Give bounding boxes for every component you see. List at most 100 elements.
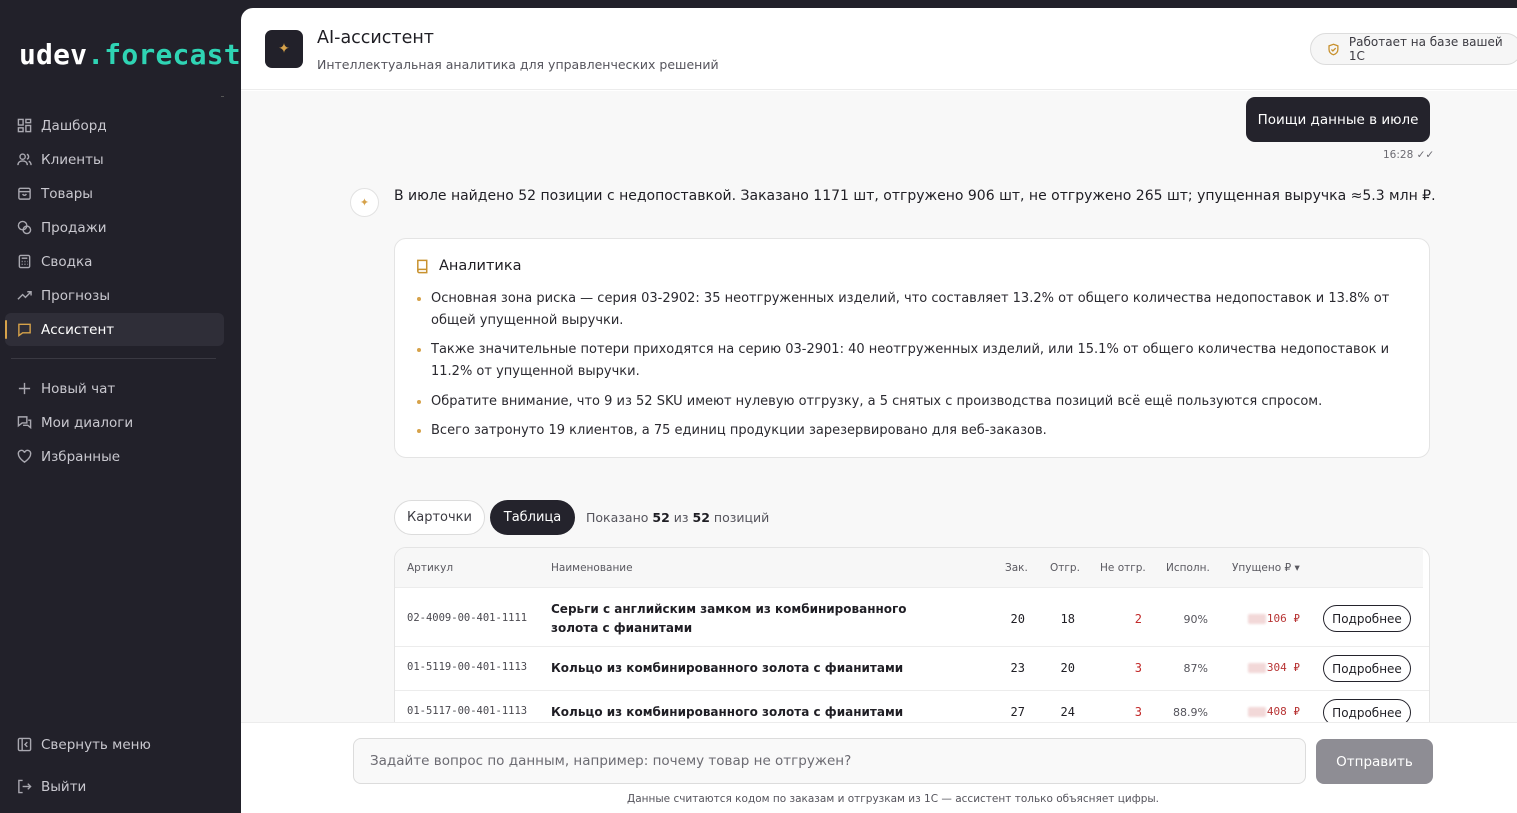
shown-count-value: 52 [652, 510, 670, 525]
table-row: 01-5119-00-401-1113 Кольцо из комбиниров… [395, 647, 1429, 691]
logout-icon [16, 779, 32, 795]
collapse-icon [16, 737, 32, 753]
shield-check-icon [1328, 43, 1339, 55]
table-row: 01-5117-00-401-1113 Кольцо из комбиниров… [395, 691, 1429, 723]
sidebar-item-summary[interactable]: Сводка [5, 245, 224, 278]
not-shipped-cell: 2 [1134, 612, 1142, 626]
message-timestamp: 16:28 ✓✓ [1383, 149, 1435, 161]
sidebar-item-label: Дашборд [41, 117, 107, 134]
book-icon [417, 259, 428, 273]
question-input[interactable]: Задайте вопрос по данным, например: поче… [353, 738, 1306, 784]
sidebar-item-clients[interactable]: Клиенты [5, 143, 224, 176]
sidebar-item-label: Новый чат [41, 380, 116, 397]
sidebar-item-products[interactable]: Товары [5, 177, 224, 210]
view-cards-button[interactable]: Карточки [394, 500, 485, 535]
analytics-bullet: Основная зона риска — серия 03-2902: 35 … [417, 288, 1421, 332]
assistant-message: В июле найдено 52 позиции с недопоставко… [394, 188, 1436, 204]
sidebar-item-favorites[interactable]: Избранные [5, 440, 224, 473]
main-panel: ✦ AI-ассистент Интеллектуальная аналитик… [241, 8, 1517, 813]
page-title: AI-ассистент [317, 28, 435, 48]
results-table: Артикул Наименование Зак. Отгр. Не отгр.… [394, 547, 1430, 723]
product-name-cell[interactable]: Серьги с английским замком из комбиниров… [551, 600, 951, 638]
column-header-name[interactable]: Наименование [551, 562, 633, 574]
shown-count: Показано 52 из 52 позиций [586, 510, 769, 525]
sidebar-item-assistant[interactable]: Ассистент [5, 313, 224, 346]
details-button[interactable]: Подробнее [1323, 605, 1411, 632]
sku-cell: 01-5119-00-401-1113 [407, 661, 528, 673]
sku-cell: 01-5117-00-401-1113 [407, 705, 528, 717]
sidebar: udev.forecast Дашборд Клиенты Товары Про… [0, 0, 241, 813]
sidebar-item-label: Сводка [41, 253, 93, 270]
analytics-bullet: Обратите внимание, что 9 из 52 SKU имеют… [417, 391, 1421, 413]
brand-logo[interactable]: udev.forecast [19, 38, 241, 71]
plus-icon [16, 381, 32, 397]
shown-suffix: позиций [713, 510, 770, 525]
analytics-bullet: Всего затронуто 19 клиентов, а 75 единиц… [417, 420, 1421, 442]
logout-button[interactable]: Выйти [5, 770, 224, 803]
sidebar-item-new-chat[interactable]: Новый чат [5, 372, 224, 405]
chat-icon [16, 322, 32, 338]
users-icon [16, 152, 32, 168]
table-header: Артикул Наименование Зак. Отгр. Не отгр.… [395, 548, 1423, 588]
shown-prefix: Показано [586, 510, 649, 525]
analytics-card: Аналитика Основная зона риска — серия 03… [394, 238, 1430, 458]
sidebar-item-label: Ассистент [41, 321, 115, 338]
not-shipped-cell: 3 [1134, 661, 1142, 675]
sidebar-item-my-dialogs[interactable]: Мои диалоги [5, 406, 224, 439]
details-button[interactable]: Подробнее [1323, 655, 1411, 682]
coins-icon [16, 220, 32, 236]
status-badge: Работает на базе вашей 1С [1310, 33, 1517, 65]
sidebar-item-forecasts[interactable]: Прогнозы [5, 279, 224, 312]
sku-cell: 02-4009-00-401-1111 [407, 612, 528, 624]
ordered-cell: 27 [1010, 705, 1025, 719]
user-message: Поищи данные в июле [1246, 97, 1430, 142]
view-table-button[interactable]: Таблица [490, 500, 575, 535]
redacted-mask [1247, 663, 1266, 673]
heart-icon [16, 449, 32, 465]
fulfillment-cell: 88.9% [1173, 706, 1208, 719]
column-header-shipped[interactable]: Отгр. [1050, 562, 1080, 574]
product-name-cell[interactable]: Кольцо из комбинированного золота с фиан… [551, 703, 951, 722]
send-button[interactable]: Отправить [1316, 739, 1433, 784]
table-row: 02-4009-00-401-1111 Серьги с английским … [395, 591, 1429, 647]
shown-of: из [673, 510, 689, 525]
ordered-cell: 20 [1010, 612, 1025, 626]
collapse-menu-button[interactable]: Свернуть меню [5, 728, 224, 761]
redacted-mask [1247, 614, 1266, 624]
column-header-not-shipped[interactable]: Не отгр. [1100, 562, 1146, 574]
collapse-menu-label: Свернуть меню [41, 736, 151, 753]
page-header: ✦ AI-ассистент Интеллектуальная аналитик… [241, 8, 1517, 90]
lost-revenue-cell: 408 ₽ [1225, 705, 1300, 718]
sidebar-item-label: Избранные [41, 448, 121, 465]
analytics-title: Аналитика [415, 258, 522, 274]
sidebar-item-dashboard[interactable]: Дашборд [5, 109, 224, 142]
logout-label: Выйти [41, 778, 87, 795]
dialogs-icon [16, 415, 32, 431]
sparkle-icon: ✦ [265, 30, 303, 68]
sidebar-item-label: Мои диалоги [41, 414, 134, 431]
brand-name-accent: .forecast [87, 38, 241, 71]
box-icon [16, 186, 32, 202]
column-header-lost-revenue[interactable]: Упущено ₽ ▾ [1232, 562, 1300, 574]
redacted-mask [1247, 707, 1266, 717]
column-header-fulfillment[interactable]: Исполн. [1166, 562, 1210, 574]
not-shipped-cell: 3 [1134, 705, 1142, 719]
sidebar-item-label: Продажи [41, 219, 107, 236]
shown-total-value: 52 [692, 510, 710, 525]
logo-divider [221, 96, 224, 97]
sidebar-item-sales[interactable]: Продажи [5, 211, 224, 244]
fulfillment-cell: 87% [1183, 662, 1208, 675]
status-badge-label: Работает на базе вашей 1С [1348, 35, 1503, 63]
column-header-sku[interactable]: Артикул [407, 562, 453, 574]
sidebar-item-label: Клиенты [41, 151, 104, 168]
page-subtitle: Интеллектуальная аналитика для управленч… [317, 57, 719, 72]
lost-revenue-cell: 106 ₽ [1225, 612, 1300, 625]
chat-content[interactable]: Поищи данные в июле 16:28 ✓✓ ✦ В июле на… [241, 91, 1517, 723]
brand-name: udev [19, 38, 88, 71]
trend-icon [16, 288, 32, 304]
column-header-ordered[interactable]: Зак. [1005, 562, 1028, 574]
product-name-cell[interactable]: Кольцо из комбинированного золота с фиан… [551, 659, 951, 678]
ordered-cell: 23 [1010, 661, 1025, 675]
details-button[interactable]: Подробнее [1323, 699, 1411, 723]
lost-revenue-value: 408 ₽ [1266, 705, 1300, 718]
